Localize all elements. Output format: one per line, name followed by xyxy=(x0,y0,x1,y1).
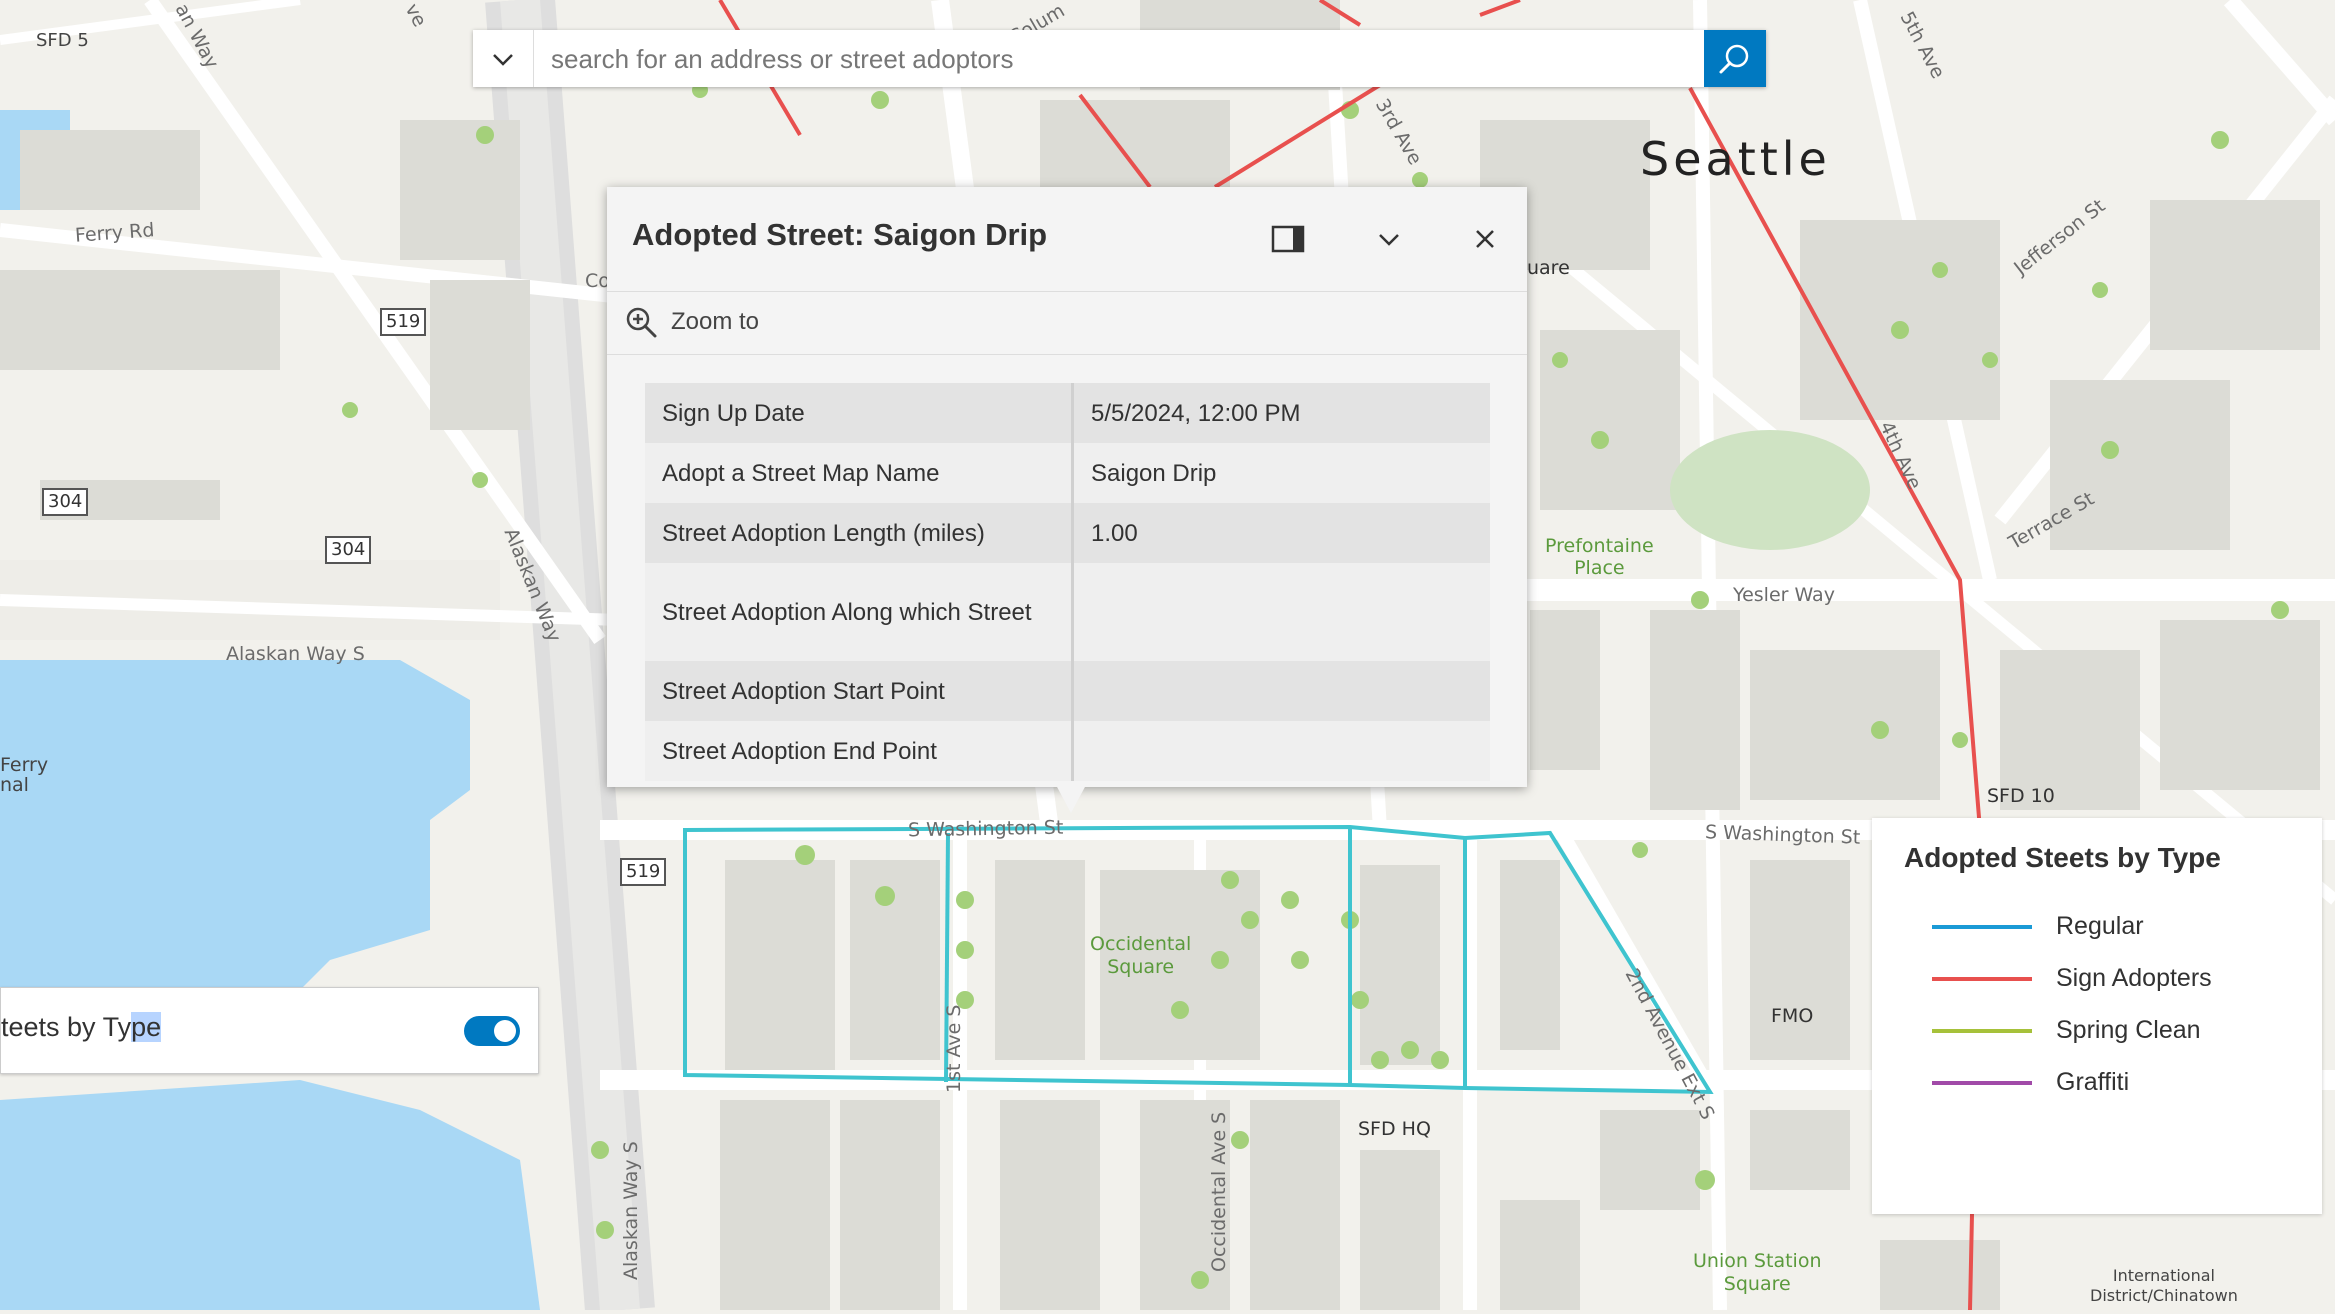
table-row: Street Adoption Length (miles) 1.00 xyxy=(645,503,1490,563)
attribute-key: Street Adoption Along which Street xyxy=(645,563,1074,661)
layer-visibility-toggle[interactable] xyxy=(464,1016,520,1046)
zoom-in-icon xyxy=(626,307,657,338)
legend-label: Graffiti xyxy=(2056,1068,2130,1096)
table-row: Street Adoption Start Point xyxy=(645,661,1490,721)
search-bar xyxy=(473,30,1766,87)
chevron-down-icon xyxy=(1379,234,1399,246)
zoom-to-action[interactable]: Zoom to xyxy=(607,291,1527,355)
legend-label: Regular xyxy=(2056,912,2144,940)
dock-icon xyxy=(1271,225,1305,253)
table-row: Adopt a Street Map Name Saigon Drip xyxy=(645,443,1490,503)
attribute-key: Sign Up Date xyxy=(645,383,1074,443)
label-alaskan-way-s: Alaskan Way S xyxy=(226,643,365,665)
label-occidental-1: Occidental xyxy=(1090,933,1192,955)
label-intl-district-1: International xyxy=(2112,1266,2215,1285)
label-square-partial: uare xyxy=(1527,257,1570,279)
label-yesler-way: Yesler Way xyxy=(1733,584,1835,606)
attribute-value xyxy=(1073,661,1491,721)
close-icon xyxy=(1476,230,1494,248)
label-union-station-square: Union Station Square xyxy=(1693,1250,1821,1296)
zoom-to-label: Zoom to xyxy=(671,308,760,335)
label-prefontaine-place: Prefontaine Place xyxy=(1545,535,1654,579)
label-occidental-2: Square xyxy=(1107,956,1175,978)
label-s-washington-st-mid: S Washington St xyxy=(907,816,1064,842)
layer-list-item: teets by Type xyxy=(0,987,539,1074)
layer-name-text: teets by Ty xyxy=(1,1012,132,1042)
attribute-key: Street Adoption Start Point xyxy=(645,661,1074,721)
popup-pointer xyxy=(1056,785,1086,813)
search-button[interactable] xyxy=(1704,30,1766,87)
popup-title: Adopted Street: Saigon Drip xyxy=(632,217,1048,252)
label-sfd5: SFD 5 xyxy=(36,30,89,51)
label-1st-ave-s: 1st Ave S xyxy=(943,1004,965,1093)
feature-popup: Adopted Street: Saigon Drip Zoom to Sign… xyxy=(607,187,1527,813)
label-occidental-ave-s: Occidental Ave S xyxy=(1208,1111,1230,1272)
search-icon xyxy=(1719,44,1749,73)
search-input[interactable] xyxy=(549,38,1653,80)
table-row: Street Adoption End Point xyxy=(645,721,1490,781)
attribute-key: Street Adoption End Point xyxy=(645,721,1074,781)
label-intl-district: International District/Chinatown xyxy=(2090,1266,2238,1306)
table-row: Sign Up Date 5/5/2024, 12:00 PM xyxy=(645,383,1490,443)
attribute-value xyxy=(1073,563,1491,661)
legend-swatch xyxy=(1932,977,2032,981)
attribute-value: Saigon Drip xyxy=(1091,459,1217,487)
dock-button[interactable] xyxy=(1266,217,1310,261)
chevron-down-icon xyxy=(493,53,513,66)
legend-panel: Adopted Steets by Type Regular Sign Adopt… xyxy=(1872,818,2322,1214)
label-alaskan-way-s-vertical: Alaskan Way S xyxy=(620,1141,642,1280)
popup-header: Adopted Street: Saigon Drip xyxy=(607,187,1527,291)
attribute-value xyxy=(1073,721,1491,781)
table-row: Street Adoption Along which Street xyxy=(645,563,1490,661)
legend-label: Sign Adopters xyxy=(2056,964,2212,992)
route-shield-519-top: 519 xyxy=(380,308,427,336)
label-ferry-terminal-1: Ferry xyxy=(0,754,49,776)
label-prefontaine-1: Prefontaine xyxy=(1545,535,1654,557)
label-union-station-2: Square xyxy=(1723,1273,1791,1295)
label-ferry-terminal: Ferry nal xyxy=(0,755,48,795)
layer-name-selection: pe xyxy=(131,1012,162,1042)
city-label-seattle: Seattle xyxy=(1640,132,1831,186)
legend-swatch xyxy=(1932,1029,2032,1033)
legend-swatch xyxy=(1932,925,2032,929)
toggle-knob xyxy=(494,1020,516,1042)
legend-title: Adopted Steets by Type xyxy=(1904,842,2221,873)
label-prefontaine-2: Place xyxy=(1574,557,1625,579)
legend-swatch xyxy=(1932,1081,2032,1085)
collapse-button[interactable] xyxy=(1367,217,1411,261)
route-shield-304-left: 304 xyxy=(42,488,89,516)
label-intl-district-2: District/Chinatown xyxy=(2090,1286,2238,1305)
attribute-key: Street Adoption Length (miles) xyxy=(645,503,1074,563)
route-shield-519-bottom: 519 xyxy=(620,858,667,886)
search-source-dropdown[interactable] xyxy=(473,30,534,87)
route-shield-304-mid: 304 xyxy=(325,536,372,564)
legend-label: Spring Clean xyxy=(2056,1016,2201,1044)
close-button[interactable] xyxy=(1463,217,1507,261)
label-sfd10: SFD 10 xyxy=(1987,785,2055,807)
attribute-table: Sign Up Date 5/5/2024, 12:00 PM Adopt a … xyxy=(645,383,1490,781)
label-union-station-1: Union Station xyxy=(1693,1250,1822,1272)
label-occidental-square: Occidental Square xyxy=(1090,933,1191,979)
layer-name: teets by Type xyxy=(1,1012,162,1043)
attribute-key: Adopt a Street Map Name xyxy=(645,443,1074,503)
label-fmo: FMO xyxy=(1771,1005,1814,1027)
attribute-value: 5/5/2024, 12:00 PM xyxy=(1091,399,1301,427)
label-ferry-terminal-2: nal xyxy=(0,774,29,796)
label-sfd-hq: SFD HQ xyxy=(1358,1118,1431,1140)
attribute-value: 1.00 xyxy=(1091,519,1138,547)
